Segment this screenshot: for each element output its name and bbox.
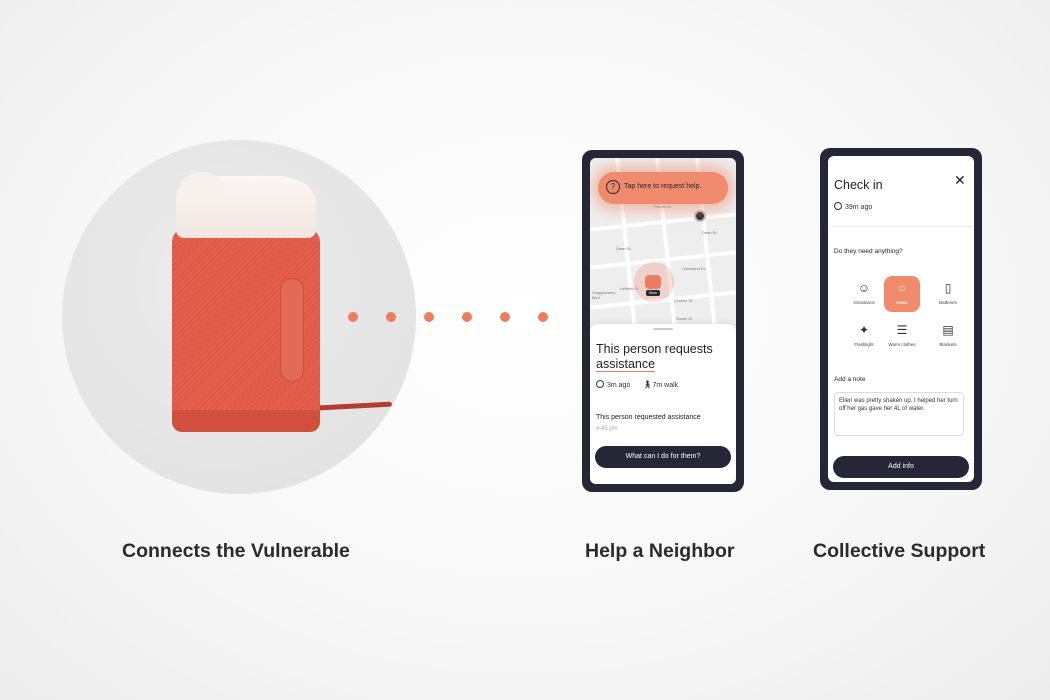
checkin-screen: Check in ✕ 39m ago Do they need anything…: [828, 156, 974, 482]
sheet-title: This person requests assistance: [596, 342, 732, 372]
option-assistance[interactable]: ☺ Assistance: [846, 276, 882, 312]
option-warm-clothes[interactable]: ☰ Warm clothes: [884, 318, 920, 354]
caption-help-neighbor: Help a Neighbor: [585, 540, 735, 562]
shirt-icon: ☰: [896, 323, 908, 337]
connector-dot: [348, 312, 358, 322]
street-label: Cleveland St.: [682, 266, 706, 271]
walking-icon: 🚶︎: [642, 380, 653, 389]
caption-collective-support: Collective Support: [813, 540, 986, 562]
option-water[interactable]: ○ Water: [884, 276, 920, 312]
divider: [828, 226, 974, 227]
smiley-icon: ☺: [857, 281, 871, 295]
checkin-phone: Check in ✕ 39m ago Do they need anything…: [820, 148, 982, 490]
chat-search-icon: ?: [606, 180, 620, 194]
request-help-button[interactable]: ? Tap here to request help.: [598, 172, 728, 204]
time-ago: 39m ago: [845, 204, 873, 211]
street-label: Greene St.: [674, 298, 694, 303]
request-time: 4:45 pm: [596, 426, 618, 432]
device-top-cap: [176, 172, 316, 238]
pin-tag: Now: [646, 290, 660, 296]
device-base: [172, 410, 320, 432]
time-ago: 3m ago: [607, 382, 631, 389]
help-screen: Pacific St. Dean St. Dean St. Cleveland …: [590, 158, 736, 484]
walk-time: 7m walk: [652, 382, 679, 389]
street-label: Dowel St.: [676, 316, 694, 321]
sheet-title-prefix: This person requests: [596, 342, 713, 356]
connector-dot: [424, 312, 434, 322]
option-label: Water: [896, 300, 908, 305]
option-batteries[interactable]: ▯ Batteries: [930, 276, 966, 312]
request-help-label: Tap here to request help.: [624, 183, 702, 190]
sheet-title-highlight: assistance: [596, 357, 656, 372]
flashlight-icon: ✦: [858, 323, 870, 337]
note-field[interactable]: Ellen was pretty shaken up. I helped her…: [834, 392, 964, 436]
clock-icon: [834, 202, 842, 210]
street-label: Guggenheim Blvd: [592, 290, 615, 300]
connector-dot: [538, 312, 548, 322]
device-side-button: [280, 278, 304, 382]
connector-dot: [500, 312, 510, 322]
clock-icon: [596, 380, 604, 388]
request-bottom-sheet: This person requests assistance 3m ago 🚶…: [590, 324, 736, 484]
street-label: Dean St.: [702, 230, 718, 235]
request-title: This person requested assistance: [596, 414, 701, 421]
caption-connects: Connects the Vulnerable: [122, 540, 350, 562]
close-icon[interactable]: ✕: [954, 172, 966, 189]
connector-dots: [348, 312, 558, 324]
connector-dot: [462, 312, 472, 322]
page-title: Check in: [834, 178, 883, 192]
note-label: Add a note: [834, 376, 866, 383]
option-label: Batteries: [939, 300, 957, 305]
option-label: Blankets: [939, 342, 957, 347]
option-label: Warm clothes: [888, 342, 916, 347]
what-can-i-do-button[interactable]: What can I do for them?: [595, 446, 731, 468]
current-location-icon: [694, 210, 706, 222]
water-drop-icon: ○: [898, 281, 906, 295]
connector-dot: [386, 312, 396, 322]
sheet-grabber[interactable]: [653, 328, 673, 330]
add-info-button[interactable]: Add info: [833, 456, 969, 478]
help-phone: Pacific St. Dean St. Dean St. Cleveland …: [582, 150, 744, 492]
request-meta: 3m ago 🚶︎7m walk: [596, 380, 678, 389]
option-flashlight[interactable]: ✦ Flashlight: [846, 318, 882, 354]
checkin-meta: 39m ago: [834, 202, 872, 211]
street-label: Dean St.: [616, 246, 632, 251]
needs-question: Do they need anything?: [834, 248, 903, 255]
blanket-icon: ▤: [942, 323, 954, 337]
option-blankets[interactable]: ▤ Blankets: [930, 318, 966, 354]
street-label: Pacific St.: [654, 204, 672, 209]
battery-icon: ▯: [944, 281, 952, 295]
person-pin-icon[interactable]: [645, 275, 661, 289]
